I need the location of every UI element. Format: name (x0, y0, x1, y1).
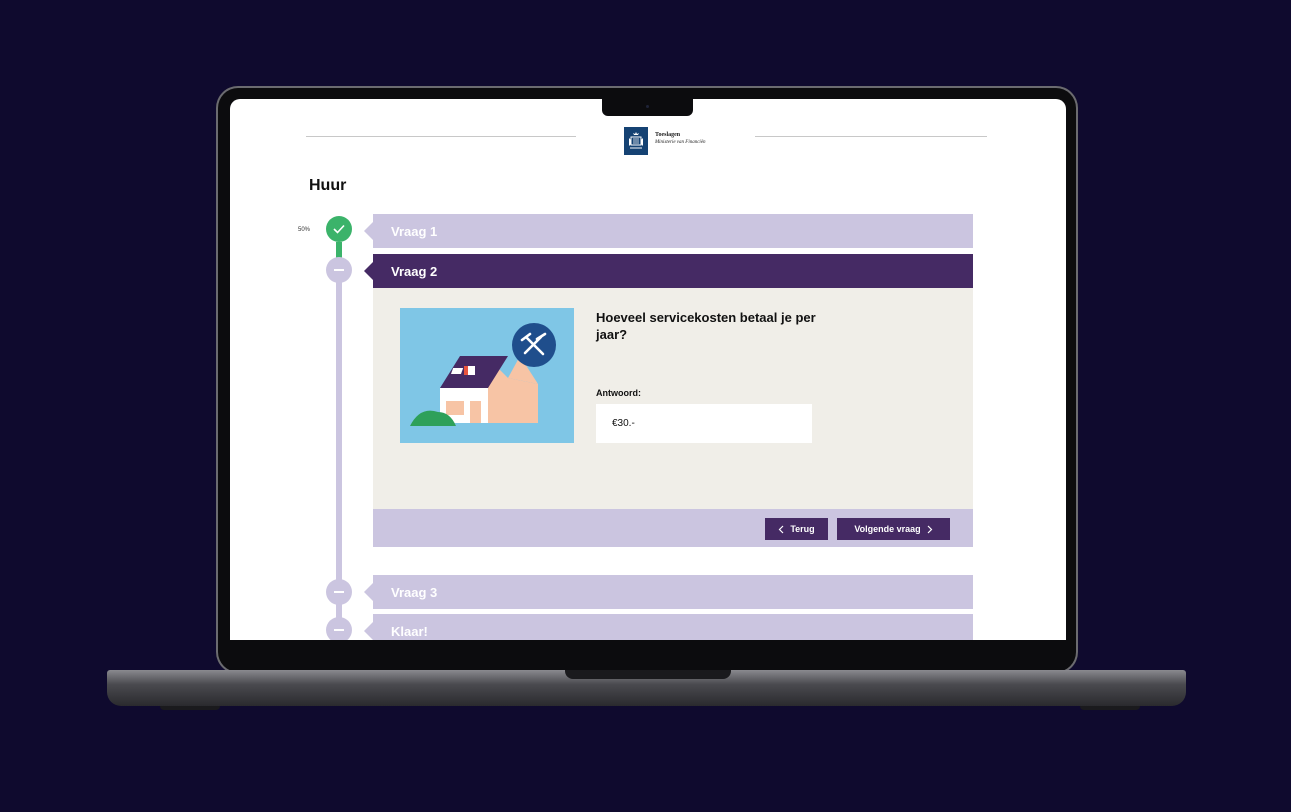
chevron-left-icon (778, 525, 784, 533)
chevron-right-icon (927, 525, 933, 533)
minus-icon (334, 629, 344, 631)
step-label: Vraag 1 (391, 223, 438, 239)
laptop-foot-right (1080, 706, 1140, 710)
step-header-3[interactable]: Vraag 3 (364, 575, 973, 609)
logo-text: Toeslagen Ministerie van Financiën (655, 131, 706, 147)
minus-icon (334, 269, 344, 271)
back-button[interactable]: Terug (765, 518, 828, 540)
step-header-4[interactable]: Klaar! (364, 614, 973, 640)
step-label: Klaar! (391, 623, 428, 639)
step-header-1[interactable]: Vraag 1 (364, 214, 973, 248)
camera-notch (602, 99, 693, 116)
minus-icon (334, 591, 344, 593)
step-label: Vraag 3 (391, 584, 438, 600)
question-text: Hoeveel servicekosten betaal je per jaar… (596, 310, 816, 342)
answer-input[interactable] (596, 404, 812, 443)
timeline-line (336, 270, 342, 605)
royal-emblem-icon (624, 127, 648, 155)
logo-title: Toeslagen (655, 132, 681, 138)
step-label: Vraag 2 (391, 263, 438, 279)
check-icon (333, 224, 345, 234)
header-divider-left (306, 136, 576, 137)
step-node-1 (326, 216, 352, 242)
progress-percent: 50% (298, 227, 311, 233)
step-node-2 (326, 257, 352, 283)
laptop-base-notch (565, 670, 731, 679)
house-illustration (400, 308, 574, 443)
next-button-label: Volgende vraag (854, 524, 921, 534)
logo-subtitle: Ministerie van Financiën (655, 140, 706, 145)
answer-label: Antwoord: (596, 388, 641, 398)
app-screen: Toeslagen Ministerie van Financiën Huur … (230, 99, 1066, 640)
back-button-label: Terug (790, 524, 815, 534)
step-node-3 (326, 579, 352, 605)
laptop-foot-left (160, 706, 220, 710)
next-question-button[interactable]: Volgende vraag (837, 518, 950, 540)
step-header-2[interactable]: Vraag 2 (364, 254, 973, 288)
page-title: Huur (309, 177, 347, 194)
header-divider-right (755, 136, 987, 137)
step-node-4 (326, 617, 352, 640)
